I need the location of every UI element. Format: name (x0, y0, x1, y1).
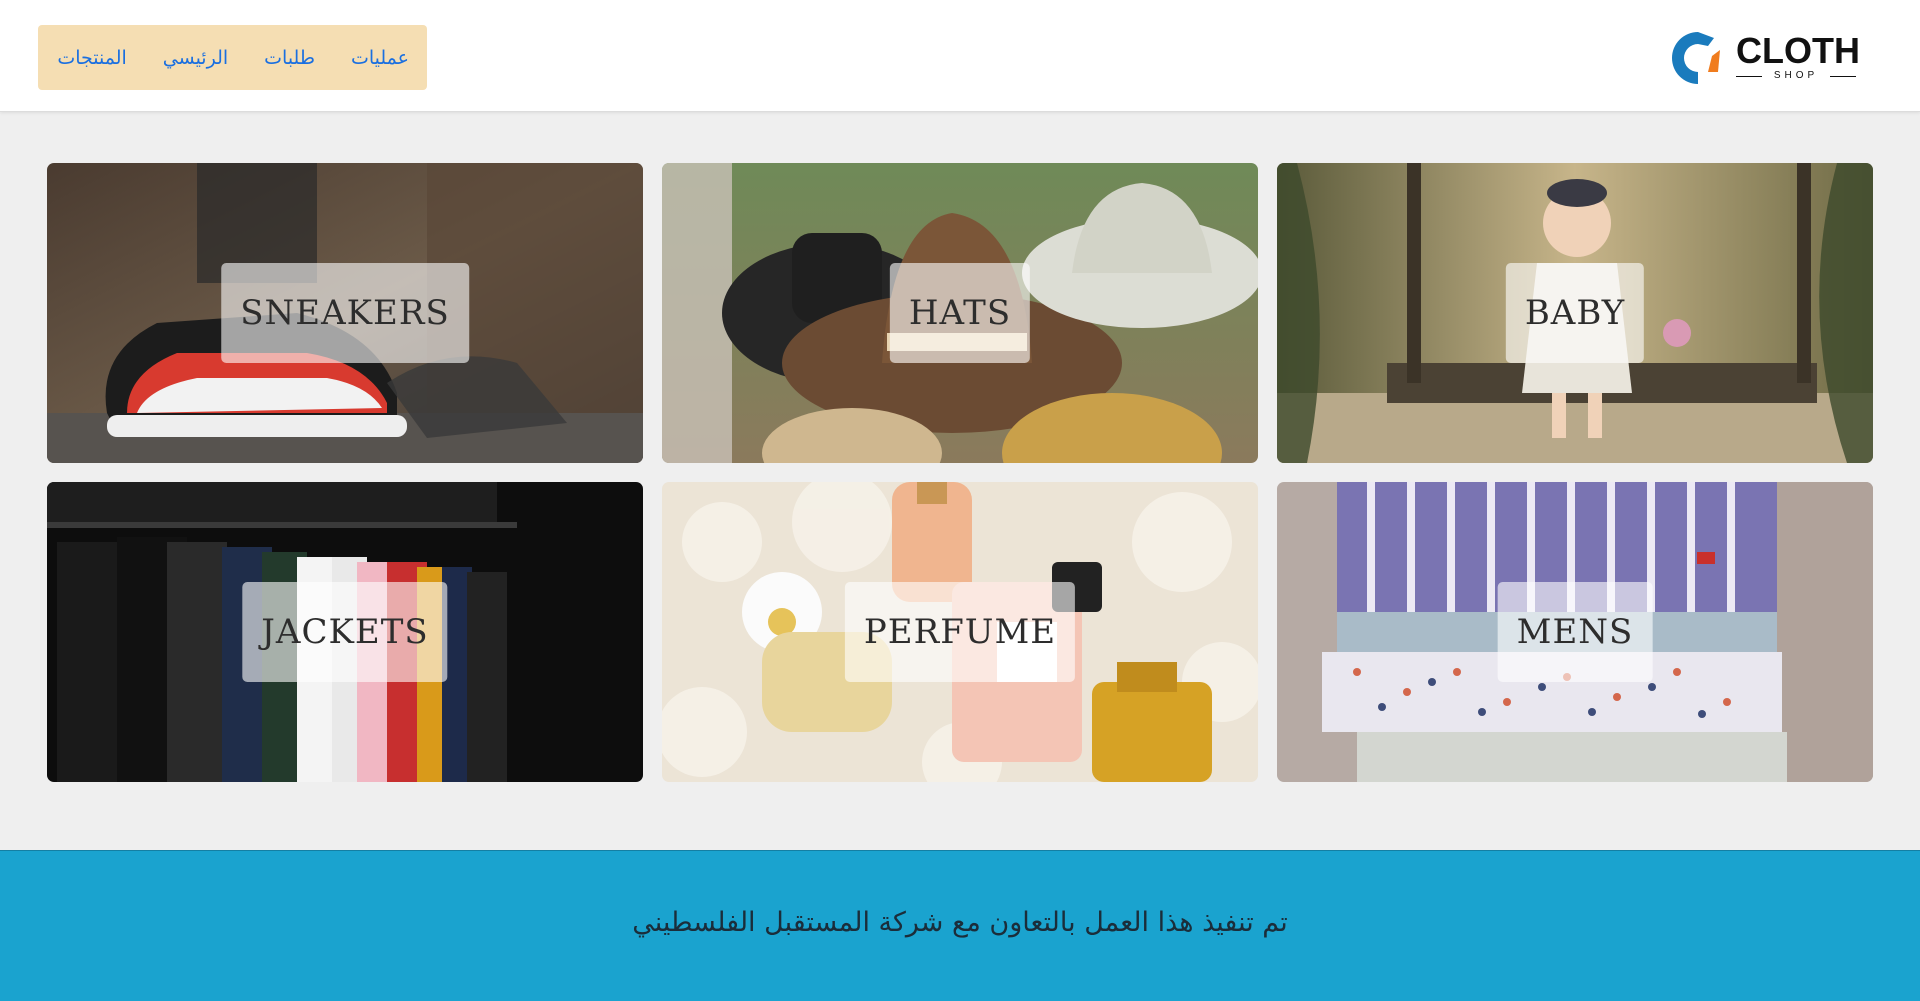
nav-item-products[interactable]: المنتجات (57, 47, 126, 69)
category-label-baby: BABY (1505, 263, 1645, 363)
category-card-sneakers[interactable]: SNEAKERS (47, 163, 643, 463)
main-nav: عمليات طلبات الرئيسي المنتجات (38, 25, 427, 90)
logo-mark-icon (1672, 32, 1720, 84)
category-label-hats: HATS (889, 263, 1031, 363)
category-card-hats[interactable]: HATS (662, 163, 1258, 463)
nav-item-home[interactable]: الرئيسي (163, 47, 228, 69)
nav-item-operations[interactable]: عمليات (351, 47, 409, 69)
category-label-mens: MENS (1497, 582, 1653, 682)
cloth-shop-logo[interactable]: CLOTH SHOP (1662, 26, 1862, 90)
page-footer: تم تنفيذ هذا العمل بالتعاون مع شركة المس… (0, 850, 1920, 1001)
category-card-baby[interactable]: BABY (1277, 163, 1873, 463)
footer-credit-text: تم تنفيذ هذا العمل بالتعاون مع شركة المس… (632, 907, 1288, 938)
category-label-sneakers: SNEAKERS (221, 263, 469, 363)
category-card-jackets[interactable]: JACKETS (47, 482, 643, 782)
category-card-perfume[interactable]: PERFUME (662, 482, 1258, 782)
logo-wordmark: CLOTH (1736, 30, 1860, 71)
logo-subtitle: SHOP (1736, 70, 1856, 82)
nav-item-orders[interactable]: طلبات (264, 47, 315, 69)
category-card-mens[interactable]: MENS (1277, 482, 1873, 782)
category-label-perfume: PERFUME (844, 582, 1076, 682)
top-header: CLOTH SHOP عمليات طلبات الرئيسي المنتجات (0, 0, 1920, 112)
category-label-jackets: JACKETS (242, 582, 448, 682)
